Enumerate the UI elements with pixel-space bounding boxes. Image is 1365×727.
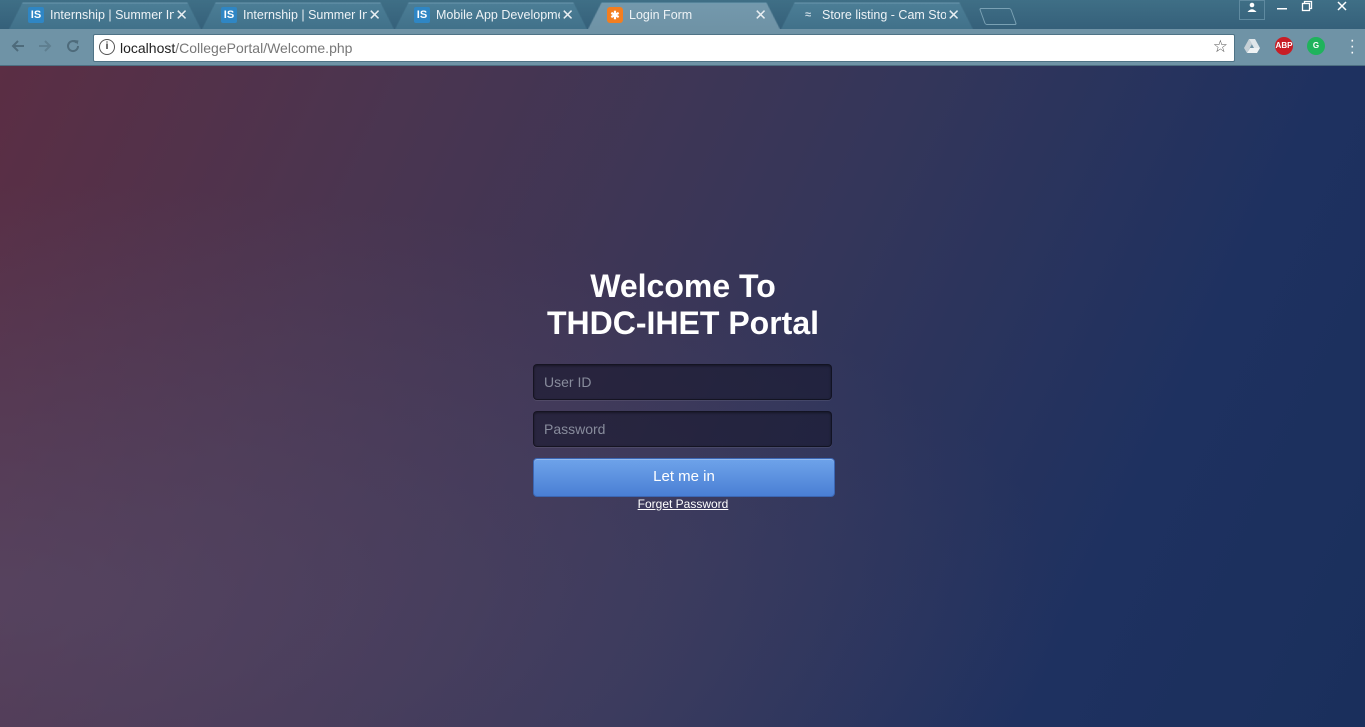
forgot-password-link[interactable]: Forget Password (583, 497, 783, 511)
browser-tab[interactable]: IS Internship | Summer Inte ✕ (205, 2, 391, 29)
minimize-icon[interactable] (1270, 0, 1294, 18)
forward-icon[interactable] (36, 37, 54, 60)
tab-title: Internship | Summer Inte (50, 8, 174, 22)
browser-menu-icon[interactable]: · · · (1350, 33, 1355, 61)
address-url[interactable]: localhost/CollegePortal/Welcome.php (120, 40, 352, 56)
bookmark-star-icon[interactable]: ☆ (1213, 37, 1228, 57)
drive-icon[interactable] (1243, 37, 1261, 55)
browser-tab-strip: IS Internship | Summer Inte ✕ IS Interns… (0, 0, 1365, 29)
adblock-plus-icon[interactable]: ABP (1275, 37, 1293, 55)
tab-title: Login Form (629, 8, 693, 22)
tab-close-icon[interactable]: ✕ (368, 6, 381, 24)
tab-favicon-is-icon: IS (414, 7, 430, 23)
browser-tab-active[interactable]: ✱ Login Form ✕ (591, 2, 777, 29)
profile-icon[interactable] (1239, 0, 1265, 20)
page-title-line-1: Welcome To (590, 268, 776, 304)
back-icon[interactable] (9, 37, 27, 60)
grammarly-icon[interactable]: G (1307, 37, 1325, 55)
page-title: Welcome To THDC-IHET Portal (483, 268, 883, 342)
store-icon: ≈ (804, 9, 812, 21)
tab-close-icon[interactable]: ✕ (754, 6, 767, 24)
tab-close-icon[interactable]: ✕ (175, 6, 188, 24)
login-page: Welcome To THDC-IHET Portal Let me in Fo… (0, 66, 1365, 727)
password-input[interactable] (533, 411, 832, 447)
tab-close-icon[interactable]: ✕ (947, 6, 960, 24)
browser-tab[interactable]: IS Internship | Summer Inte ✕ (12, 2, 198, 29)
reload-icon[interactable] (64, 37, 82, 60)
tab-title: Internship | Summer Inte (243, 8, 367, 22)
new-tab-button[interactable] (978, 8, 1018, 25)
close-window-icon[interactable] (1320, 0, 1364, 18)
tab-title: Mobile App Developmen (436, 8, 560, 22)
browser-tab[interactable]: ≈ Store listing - Cam Store ✕ (784, 2, 970, 29)
browser-tab[interactable]: IS Mobile App Developmen ✕ (398, 2, 584, 29)
login-button[interactable]: Let me in (533, 458, 835, 497)
browser-toolbar: i localhost/CollegePortal/Welcome.php ☆ … (0, 29, 1365, 66)
site-info-icon[interactable]: i (99, 39, 115, 55)
address-bar[interactable]: i localhost/CollegePortal/Welcome.php ☆ (93, 34, 1235, 62)
tab-favicon-is-icon: IS (28, 7, 44, 23)
page-title-line-2: THDC-IHET Portal (547, 305, 819, 341)
xampp-icon: ✱ (607, 7, 623, 23)
userid-input[interactable] (533, 364, 832, 400)
tab-title: Store listing - Cam Store (822, 8, 946, 22)
restore-icon[interactable] (1295, 0, 1319, 18)
tab-close-icon[interactable]: ✕ (561, 6, 574, 24)
tab-favicon-is-icon: IS (221, 7, 237, 23)
